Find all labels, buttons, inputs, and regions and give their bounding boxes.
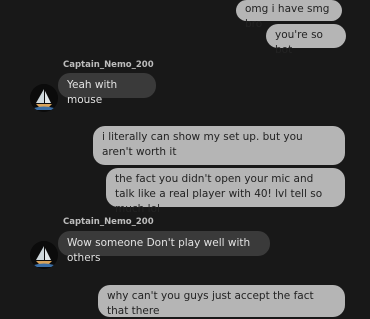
message-bubble-outgoing[interactable]: i literally can show my set up. but you …	[93, 126, 345, 165]
message-bubble-incoming[interactable]: Wow someone Don't play well with others	[58, 231, 270, 264]
message-bubble-outgoing[interactable]: the fact you didn't open your mic and ta…	[106, 168, 345, 215]
message-bubble-incoming[interactable]: Yeah with mouse	[58, 73, 156, 106]
message-bubble-outgoing[interactable]: why can't you guys just accept the fact …	[98, 285, 345, 317]
chat-thread: omg i have smg bro you're so bot Captain…	[0, 0, 370, 317]
sailboat-icon[interactable]	[30, 84, 58, 112]
sender-username: Captain_Nemo_200	[63, 217, 154, 227]
message-bubble-outgoing[interactable]: omg i have smg bro	[236, 0, 342, 30]
sender-username: Captain_Nemo_200	[63, 60, 154, 70]
message-bubble-outgoing[interactable]: you're so bot	[266, 24, 346, 56]
sailboat-icon[interactable]	[30, 241, 58, 269]
